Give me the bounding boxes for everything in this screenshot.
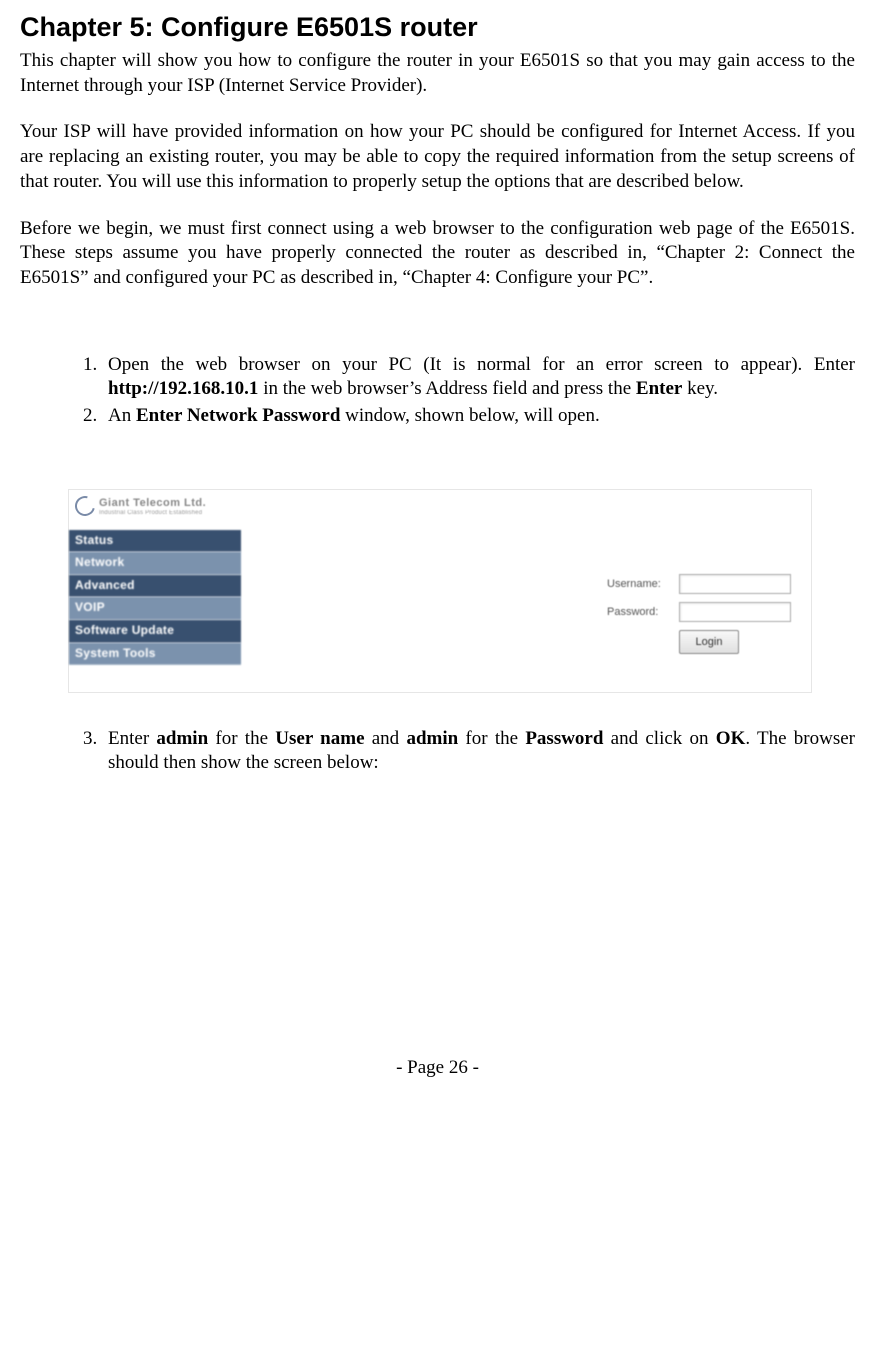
intro-para-1: This chapter will show you how to config… (20, 49, 855, 98)
password-input[interactable] (679, 602, 791, 622)
sidebar-nav: Status Network Advanced VOIP Software Up… (69, 530, 241, 666)
logo-text: Giant Telecom Ltd. (99, 496, 206, 510)
page-number: - Page 26 - (20, 1056, 855, 1081)
logo-area: Giant Telecom Ltd. Industrial Class Prod… (75, 496, 206, 518)
step-2: An Enter Network Password window, shown … (102, 404, 855, 429)
logo-icon (71, 492, 98, 519)
nav-status[interactable]: Status (69, 530, 241, 553)
logo-subtext: Industrial Class Product Established (99, 510, 206, 518)
nav-software-update[interactable]: Software Update (69, 620, 241, 643)
login-box: Username: Password: Login (607, 574, 791, 654)
nav-network[interactable]: Network (69, 552, 241, 575)
steps-list-cont: Enter admin for the User name and admin … (66, 727, 855, 776)
nav-advanced[interactable]: Advanced (69, 575, 241, 598)
login-screenshot: Giant Telecom Ltd. Industrial Class Prod… (68, 489, 812, 693)
chapter-title: Chapter 5: Configure E6501S router (20, 10, 855, 45)
intro-para-3: Before we begin, we must first connect u… (20, 217, 855, 291)
nav-voip[interactable]: VOIP (69, 597, 241, 620)
step-3: Enter admin for the User name and admin … (102, 727, 855, 776)
login-button[interactable]: Login (679, 630, 739, 654)
step-1: Open the web browser on your PC (It is n… (102, 353, 855, 402)
steps-list: Open the web browser on your PC (It is n… (66, 353, 855, 429)
intro-para-2: Your ISP will have provided information … (20, 120, 855, 194)
nav-system-tools[interactable]: System Tools (69, 643, 241, 666)
username-input[interactable] (679, 574, 791, 594)
password-label: Password: (607, 605, 671, 619)
username-label: Username: (607, 577, 671, 591)
